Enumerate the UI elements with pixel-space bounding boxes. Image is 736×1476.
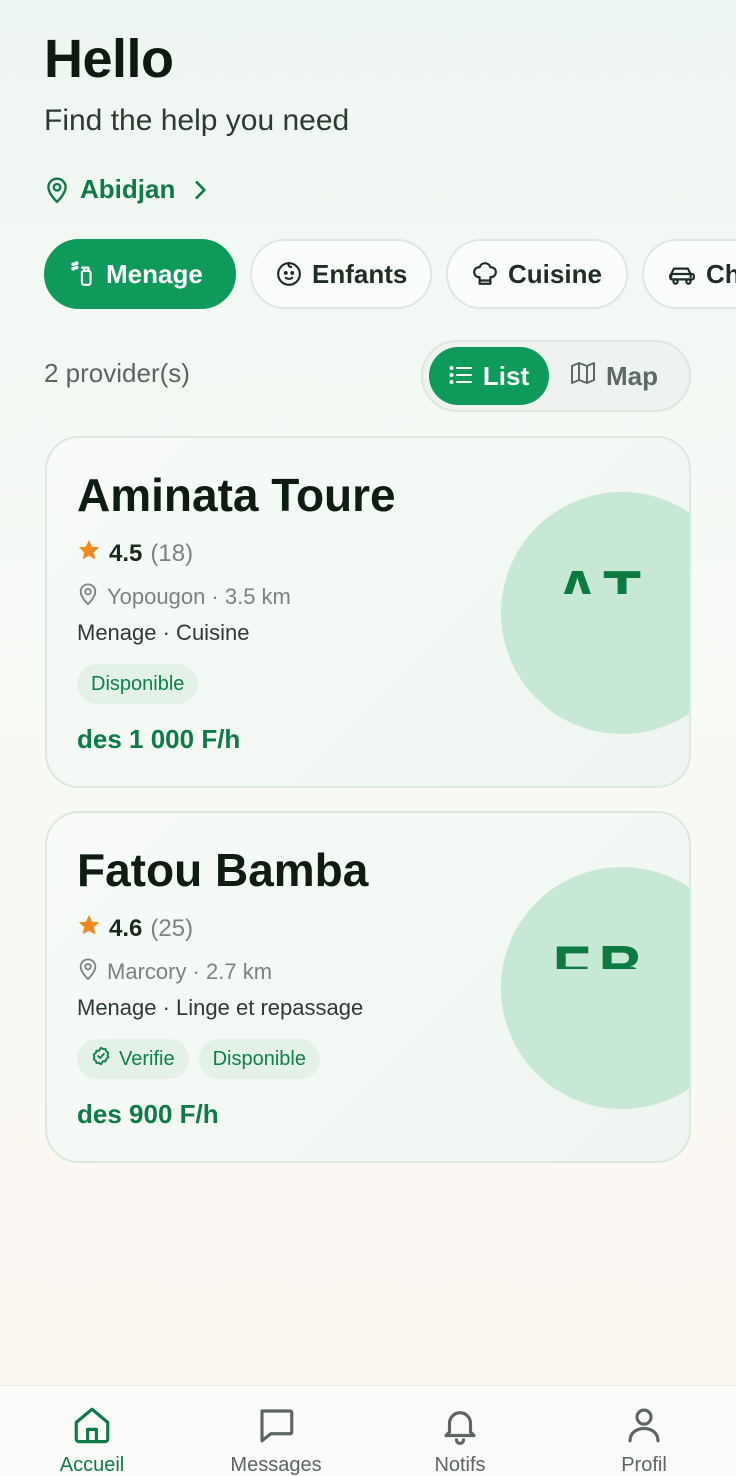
avatar: AT — [501, 492, 689, 734]
home-icon — [71, 1404, 113, 1446]
map-view-button[interactable]: Map — [549, 347, 679, 405]
results-count: 2 provider(s) — [44, 358, 190, 388]
provider-card[interactable]: AT Aminata Toure 4.5 (18) Yopougon · 3.5… — [45, 436, 691, 788]
user-icon — [623, 1404, 665, 1446]
chip-partial[interactable]: Ch — [642, 239, 736, 309]
review-count: (25) — [150, 914, 194, 942]
review-count: (18) — [150, 539, 194, 567]
chip-cuisine[interactable]: Cuisine — [446, 239, 628, 309]
provider-services: Menage · Cuisine — [77, 620, 250, 645]
location-pin-icon — [77, 582, 99, 612]
location-pin-icon — [44, 176, 70, 204]
nav-label: Notifs — [434, 1454, 486, 1476]
provider-rating: 4.6 (25) — [77, 913, 193, 944]
nav-label: Profil — [621, 1454, 667, 1476]
location-city: Abidjan — [80, 174, 176, 204]
provider-price: des 900 F/h — [77, 1099, 219, 1129]
location-text: Yopougon · 3.5 km — [107, 584, 291, 609]
chip-menage[interactable]: Menage — [44, 239, 236, 309]
provider-name: Fatou Bamba — [77, 844, 369, 896]
avatar-initials: AT — [554, 559, 650, 594]
provider-name: Aminata Toure — [77, 469, 396, 521]
chip-label: Enfants — [312, 258, 408, 289]
verified-label: Verifie — [119, 1047, 175, 1070]
chat-bubble-icon — [255, 1404, 297, 1446]
star-icon — [77, 913, 101, 944]
chef-hat-icon — [472, 261, 498, 287]
avatar: FB — [501, 867, 689, 1109]
list-icon — [449, 361, 473, 392]
chip-label: Cuisine — [508, 258, 602, 289]
chip-enfants[interactable]: Enfants — [250, 239, 432, 309]
provider-services: Menage · Linge et repassage — [77, 995, 364, 1020]
chip-label: Menage — [106, 258, 203, 289]
page-subtitle: Find the help you need — [44, 104, 350, 137]
nav-profil[interactable]: Profil — [584, 1404, 704, 1476]
status-badge: Disponible — [198, 1039, 320, 1079]
verified-badge: Verifie — [77, 1039, 189, 1079]
provider-location: Yopougon · 3.5 km — [77, 582, 291, 612]
star-icon — [77, 538, 101, 569]
car-icon — [668, 262, 696, 286]
chevron-right-icon — [193, 179, 207, 201]
view-toggle: List Map — [421, 340, 691, 412]
bell-icon — [439, 1404, 481, 1446]
provider-badges: Verifie Disponible — [77, 1039, 320, 1079]
location-text: Marcory · 2.7 km — [107, 959, 273, 984]
rating-value: 4.5 — [109, 539, 143, 567]
location-selector[interactable]: Abidjan — [44, 174, 207, 205]
location-pin-icon — [77, 957, 99, 987]
bottom-nav: Accueil Messages Notifs Profil — [0, 1385, 736, 1476]
provider-location: Marcory · 2.7 km — [77, 957, 272, 987]
nav-messages[interactable]: Messages — [216, 1404, 336, 1476]
provider-card[interactable]: FB Fatou Bamba 4.6 (25) Marcory · 2.7 km… — [45, 811, 691, 1163]
list-view-label: List — [482, 360, 530, 391]
category-chips: Menage Enfants Cuisine Ch — [44, 239, 736, 311]
verified-check-icon — [91, 1046, 111, 1072]
nav-label: Accueil — [59, 1454, 125, 1476]
map-icon — [570, 361, 596, 392]
spray-bottle-icon — [70, 260, 96, 288]
status-badge: Disponible — [77, 664, 199, 704]
home-screen: Hello Find the help you need Abidjan Men… — [0, 0, 736, 1476]
map-view-label: Map — [606, 360, 658, 391]
avatar-initials: FB — [552, 934, 652, 969]
provider-badges: Disponible — [77, 664, 199, 704]
provider-rating: 4.5 (18) — [77, 538, 193, 569]
nav-accueil[interactable]: Accueil — [32, 1404, 152, 1476]
page-title: Hello — [44, 29, 174, 89]
provider-price: des 1 000 F/h — [77, 724, 241, 754]
nav-notifs[interactable]: Notifs — [400, 1404, 520, 1476]
list-view-button[interactable]: List — [429, 347, 549, 405]
nav-label: Messages — [230, 1454, 322, 1476]
rating-value: 4.6 — [109, 914, 143, 942]
chip-label: Ch — [706, 258, 736, 289]
baby-face-icon — [276, 261, 302, 287]
